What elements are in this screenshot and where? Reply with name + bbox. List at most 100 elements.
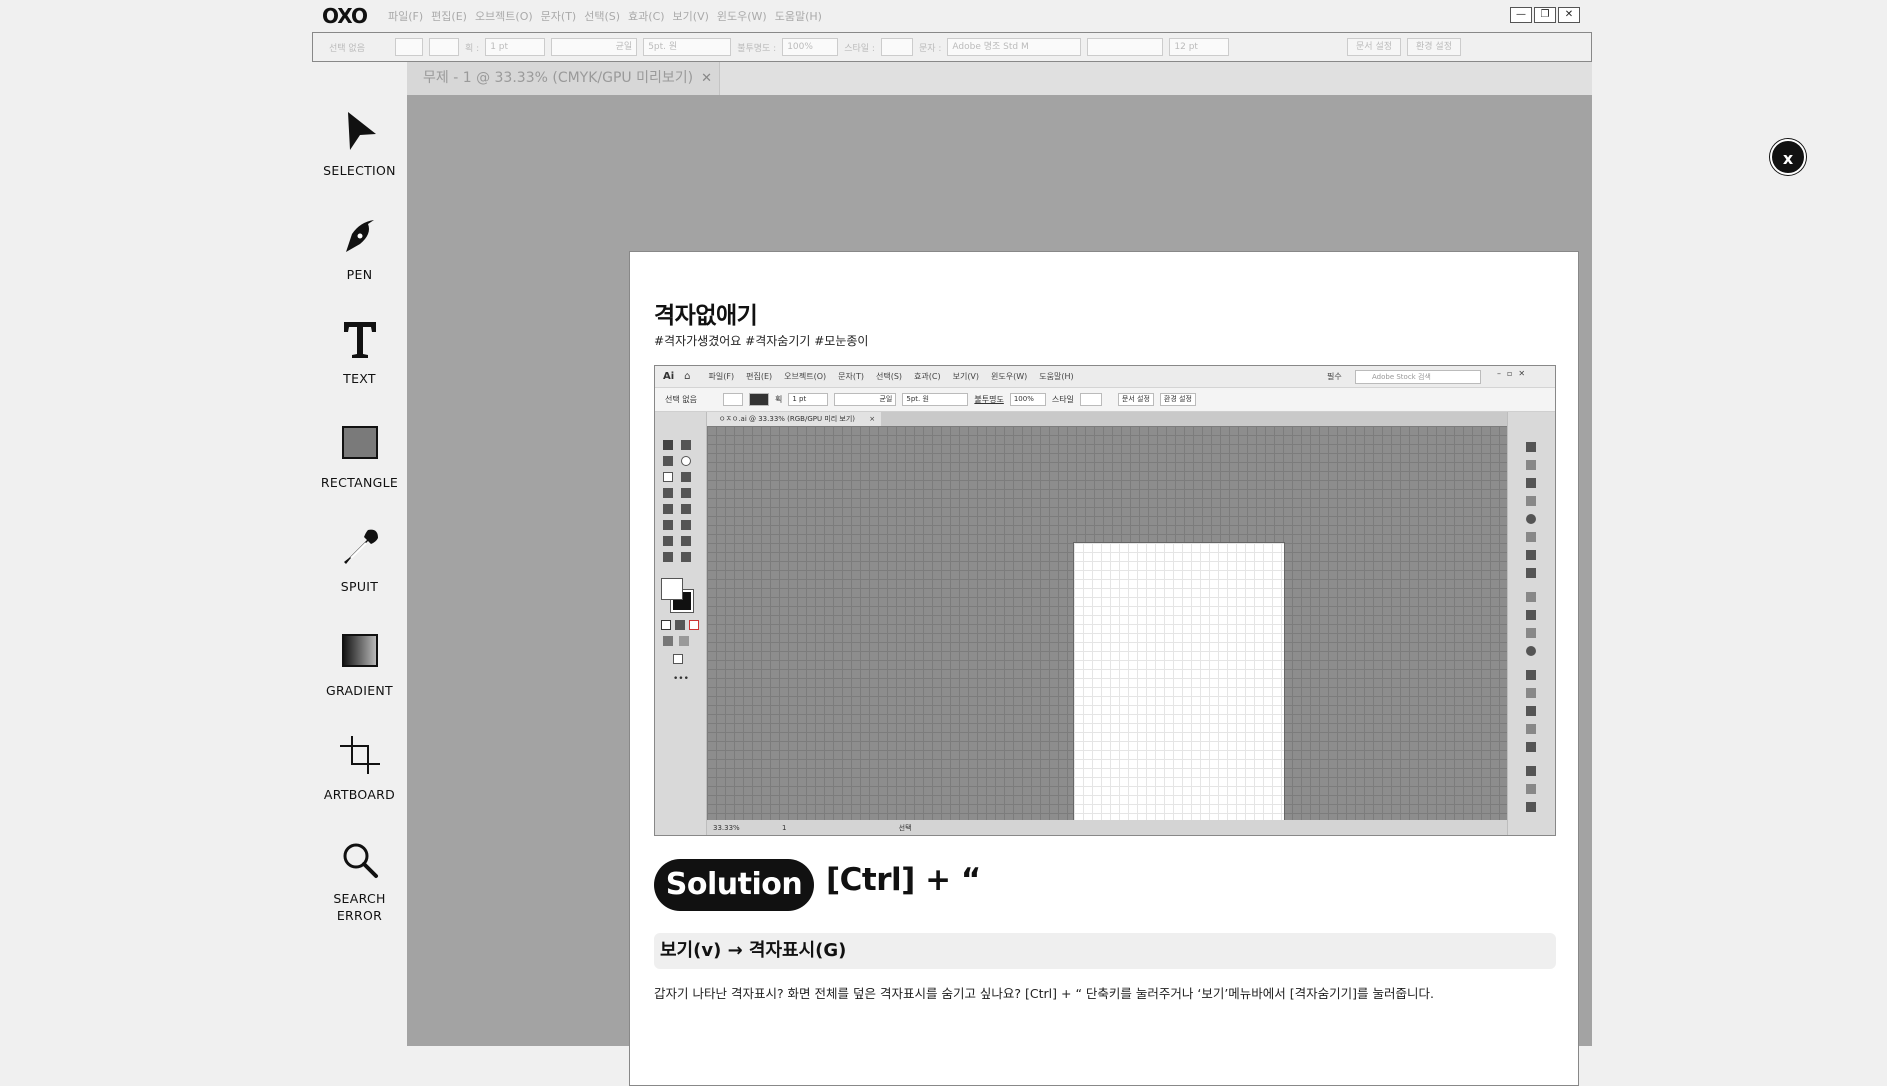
document-tab[interactable]: 무제 - 1 @ 33.33% (CMYK/GPU 미리보기) ✕	[407, 62, 720, 95]
close-window-button[interactable]: ✕	[1558, 7, 1580, 23]
tool-text[interactable]: TEXT	[312, 318, 407, 387]
selection-status: 선택 없음	[329, 43, 365, 54]
screenshot-menu-item: 보기(V)	[952, 372, 980, 381]
font-style-select[interactable]	[1087, 38, 1164, 56]
tool-label: ARTBOARD	[323, 787, 396, 802]
pen-nib-icon	[345, 220, 374, 252]
screenshot-stroke	[749, 393, 769, 406]
screenshot-grid-canvas	[707, 426, 1507, 835]
menu-type[interactable]: 문자(T)	[541, 8, 577, 24]
screenshot-artboard	[1073, 542, 1285, 835]
eyedropper-icon	[343, 529, 378, 564]
screenshot-zoom: 33.33%	[713, 824, 740, 832]
screenshot-tools-panel: •••	[655, 412, 707, 835]
screenshot-menu-item: 파일(F)	[708, 372, 735, 381]
font-family-select[interactable]: Adobe 명조 Std M	[947, 38, 1082, 56]
menu-edit[interactable]: 편집(E)	[431, 8, 467, 24]
window-controls: — ❐ ✕	[1510, 7, 1580, 23]
minimize-button[interactable]: —	[1510, 7, 1532, 23]
help-modal: 격자없애기 #격자가생겼어요 #격자숨기기 #모눈종이 Ai ⌂ 파일(F) 편…	[629, 251, 1579, 1086]
stroke-weight-input[interactable]: 1 pt	[485, 38, 546, 56]
line-style-select[interactable]: 균일	[551, 38, 638, 56]
screenshot-window-controls: –▫✕	[1497, 369, 1532, 378]
screenshot-style-label: 스타일	[1051, 395, 1074, 404]
opacity-label: 불투명도 :	[737, 43, 777, 54]
tool-label: TEXT	[343, 371, 376, 386]
opacity-input[interactable]: 100%	[782, 38, 839, 56]
restore-button[interactable]: ❐	[1534, 7, 1556, 23]
tool-label: PEN	[346, 267, 373, 282]
tools-panel: SELECTION PEN TEXT RECTANGLE SPUIT GRADI…	[312, 62, 407, 1046]
style-label: 스타일 :	[844, 43, 875, 54]
menu-view[interactable]: 보기(V)	[673, 8, 709, 24]
menu-object[interactable]: 오브젝트(O)	[475, 8, 533, 24]
tool-rectangle[interactable]: RECTANGLE	[312, 422, 407, 491]
style-select[interactable]	[880, 38, 913, 56]
modal-close-button[interactable]: x	[1770, 139, 1806, 175]
solution-badge: Solution	[654, 859, 814, 911]
screenshot-menu-item: 효과(C)	[914, 372, 941, 381]
document-tab-strip: 무제 - 1 @ 33.33% (CMYK/GPU 미리보기) ✕	[407, 62, 1592, 95]
tool-pen[interactable]: PEN	[312, 214, 407, 283]
tool-label: GRADIENT	[325, 683, 393, 698]
menu-effect[interactable]: 효과(C)	[628, 8, 665, 24]
stroke-swatch[interactable]	[429, 38, 459, 56]
menu-window[interactable]: 윈도우(W)	[717, 8, 767, 24]
screenshot-stroke-label: 획	[775, 395, 783, 404]
tool-selection[interactable]: SELECTION	[312, 110, 407, 179]
screenshot-menu-bar: Ai ⌂ 파일(F) 편집(E) 오브젝트(O) 문자(T) 선택(S) 효과(…	[655, 366, 1555, 388]
tool-search-error[interactable]: SEARCH ERROR	[312, 838, 407, 924]
screenshot-stock-search: Adobe Stock 검색	[1355, 370, 1481, 384]
menu-help[interactable]: 도움말(H)	[775, 8, 822, 24]
font-size-input[interactable]: 12 pt	[1169, 38, 1230, 56]
screenshot-brush: 5pt. 원	[902, 393, 969, 406]
text-t-icon	[343, 322, 376, 358]
menu-path: 보기(v) → 격자표시(G)	[654, 933, 1556, 969]
rectangle-icon	[341, 426, 378, 459]
stroke-label: 획 :	[465, 43, 480, 54]
screenshot-tab-row: ㅇㅈㅇ.ai @ 33.33% (RGB/GPU 미리 보기) ×	[707, 412, 1507, 426]
tool-label: SPUIT	[340, 579, 379, 594]
screenshot-opacity-label: 불투명도	[974, 395, 1004, 404]
preferences-button[interactable]: 환경 설정	[1407, 38, 1461, 56]
screenshot-stroke-value: 1 pt	[788, 393, 829, 406]
example-screenshot: Ai ⌂ 파일(F) 편집(E) 오브젝트(O) 문자(T) 선택(S) 효과(…	[654, 365, 1556, 836]
screenshot-right-panel	[1507, 412, 1555, 835]
screenshot-menu-item: 오브젝트(O)	[784, 372, 827, 381]
screenshot-app-badge: Ai	[663, 371, 675, 382]
screenshot-control-bar: 선택 없음 획 1 pt 균일 5pt. 원 불투명도 100% 스타일 문서 …	[655, 388, 1555, 412]
app-logo: OXO	[322, 4, 368, 28]
document-settings-button[interactable]: 문서 설정	[1347, 38, 1402, 56]
menu-bar: OXO 파일(F) 편집(E) 오브젝트(O) 문자(T) 선택(S) 효과(C…	[312, 0, 1592, 32]
screenshot-line-style: 균일	[834, 393, 897, 406]
gradient-square-icon	[341, 634, 378, 667]
artboard-crop-icon	[339, 736, 380, 774]
home-icon: ⌂	[684, 371, 691, 382]
close-tab-icon[interactable]: ✕	[701, 71, 712, 86]
control-bar: 선택 없음 획 : 1 pt 균일 5pt. 원 불투명도 : 100% 스타일…	[312, 32, 1592, 62]
tool-artboard[interactable]: ARTBOARD	[312, 734, 407, 803]
screenshot-menu-item: 문자(T)	[838, 372, 864, 381]
screenshot-status-bar: 33.33% 1 선택	[707, 820, 1507, 835]
canvas-area[interactable]: 격자없애기 #격자가생겼어요 #격자숨기기 #모눈종이 Ai ⌂ 파일(F) 편…	[407, 95, 1592, 1086]
screenshot-menu-item: 윈도우(W)	[991, 372, 1028, 381]
screenshot-fill	[723, 393, 743, 406]
screenshot-prefs: 환경 설정	[1159, 393, 1196, 406]
app-window: OXO 파일(F) 편집(E) 오브젝트(O) 문자(T) 선택(S) 효과(C…	[312, 0, 1806, 1086]
screenshot-doc-tab: ㅇㅈㅇ.ai @ 33.33% (RGB/GPU 미리 보기) ×	[707, 412, 882, 426]
menu-file[interactable]: 파일(F)	[388, 8, 423, 24]
tool-gradient[interactable]: GRADIENT	[312, 630, 407, 699]
tool-label: SELECTION	[323, 163, 396, 178]
screenshot-opacity-value: 100%	[1009, 393, 1046, 406]
screenshot-tab-close: ×	[869, 415, 876, 423]
shortcut-keys: [Ctrl] + “	[826, 862, 981, 898]
screenshot-page: 1	[781, 824, 787, 832]
tool-label: RECTANGLE	[320, 475, 399, 490]
fill-swatch[interactable]	[395, 38, 423, 56]
tool-spuit[interactable]: SPUIT	[312, 526, 407, 595]
screenshot-menu-item: 도움말(H)	[1039, 372, 1074, 381]
menu-select[interactable]: 선택(S)	[584, 8, 620, 24]
screenshot-workspace: 필수	[1327, 372, 1342, 381]
screenshot-style-box	[1079, 393, 1102, 406]
brush-select[interactable]: 5pt. 원	[643, 38, 732, 56]
